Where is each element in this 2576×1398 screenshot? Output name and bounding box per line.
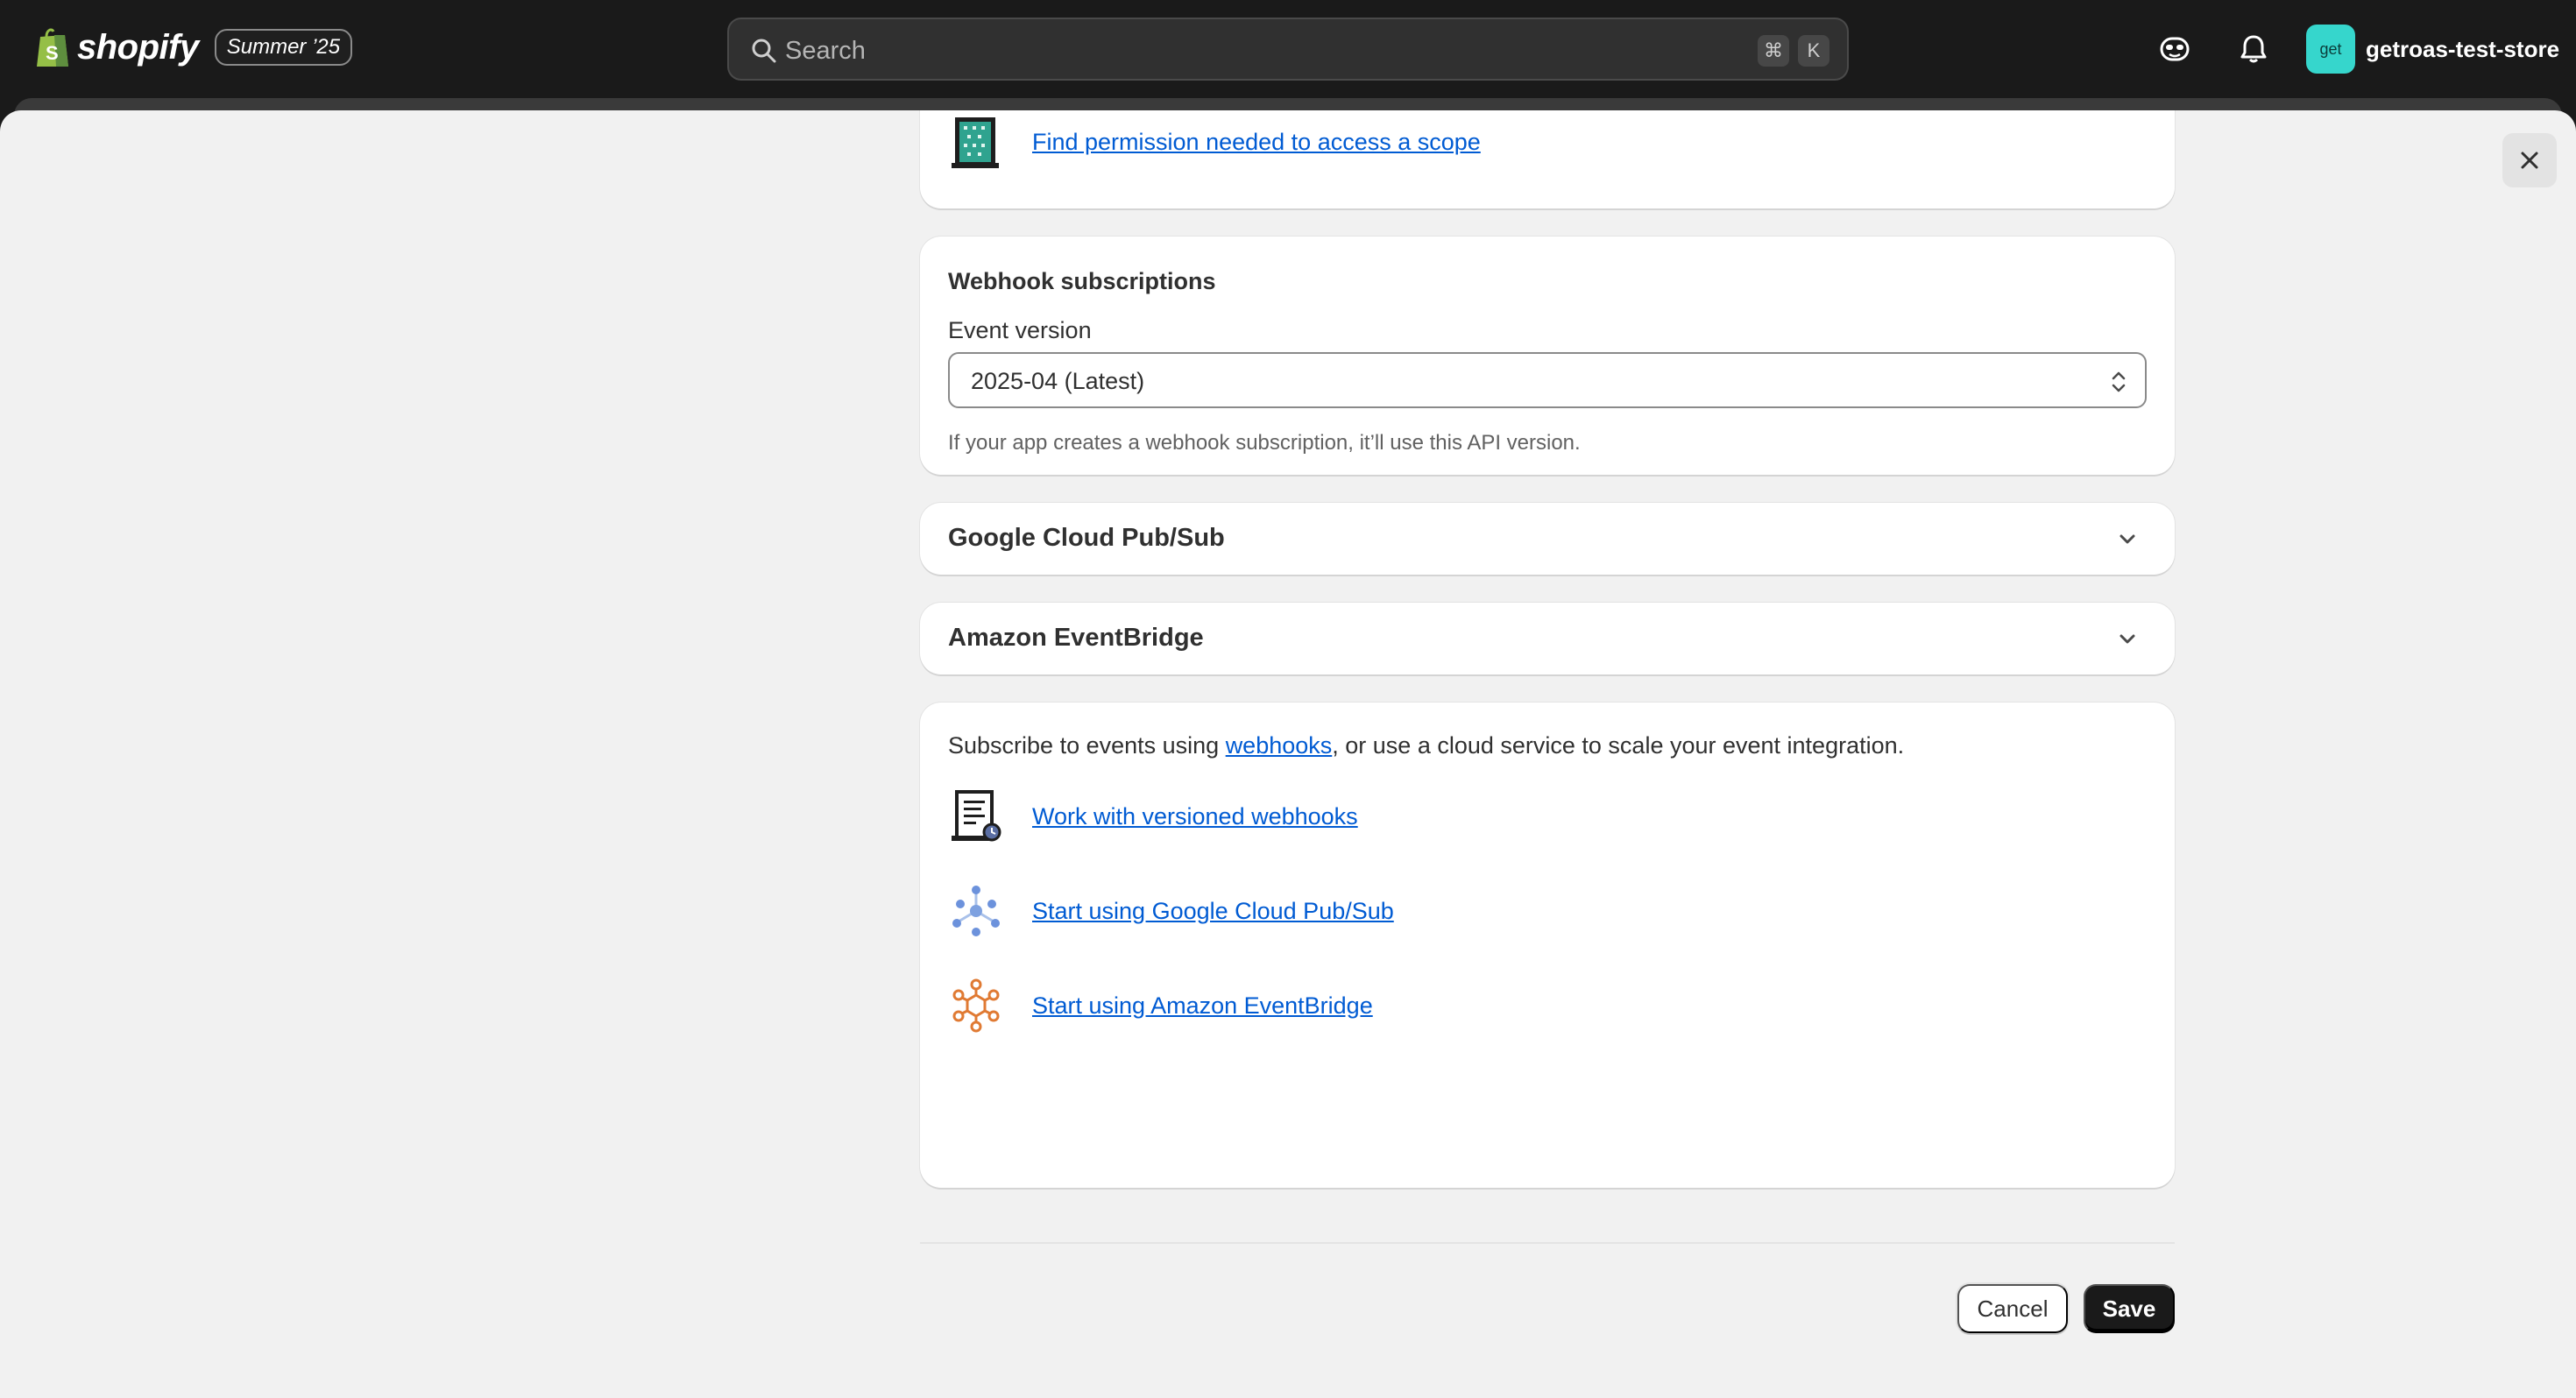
resource-link-row[interactable]: Start using Amazon EventBridge (948, 978, 1373, 1034)
footer-divider (920, 1242, 2175, 1244)
notification-bell-icon[interactable] (2236, 32, 2271, 67)
accordion-title: Google Cloud Pub/Sub (948, 524, 1225, 552)
search-icon (752, 39, 776, 63)
scope-permission-row[interactable]: Find permission needed to access a scope (948, 114, 1481, 170)
webhook-subscriptions-card: Webhook subscriptions Event version 2025… (920, 237, 2175, 475)
eventbridge-icon (952, 978, 1000, 1033)
scopes-card: Find permission needed to access a scope (920, 110, 2175, 208)
resource-link-row[interactable]: Work with versioned webhooks (948, 788, 1358, 844)
store-name: getroas-test-store (2366, 35, 2560, 62)
chevron-down-icon (2120, 534, 2135, 544)
edition-badge[interactable]: Summer ’25 (214, 29, 353, 66)
search-input[interactable]: Search (785, 37, 866, 66)
store-avatar: get (2306, 25, 2355, 74)
shopify-bag-icon: S (37, 28, 68, 67)
help-text: If your app creates a webhook subscripti… (948, 431, 1581, 455)
close-button[interactable] (2502, 133, 2557, 187)
chevron-down-icon (2120, 634, 2135, 644)
brand-wordmark: shopify (77, 27, 199, 67)
resources-card: Subscribe to events using webhooks, or u… (920, 703, 2175, 1188)
versioned-webhooks-icon (952, 790, 1001, 842)
cancel-button[interactable]: Cancel (1957, 1284, 2068, 1333)
accordion-title: Amazon EventBridge (948, 624, 1204, 652)
pubsub-icon (952, 886, 1000, 936)
accordion-google-pubsub[interactable]: Google Cloud Pub/Sub (920, 503, 2175, 575)
intro-prefix: Subscribe to events using (948, 732, 1226, 759)
shortcut-key-k: K (1798, 35, 1829, 67)
amazon-eventbridge-link[interactable]: Start using Amazon EventBridge (1032, 992, 1373, 1020)
close-icon (2521, 152, 2538, 169)
versioned-webhooks-link[interactable]: Work with versioned webhooks (1032, 803, 1358, 830)
svg-text:S: S (46, 42, 59, 64)
webhooks-link[interactable]: webhooks (1226, 732, 1333, 759)
select-arrows-icon (2112, 371, 2126, 392)
accordion-amazon-eventbridge[interactable]: Amazon EventBridge (920, 603, 2175, 674)
resource-link-row[interactable]: Start using Google Cloud Pub/Sub (948, 883, 1394, 939)
search-bar[interactable]: Search ⌘ K (727, 18, 1849, 81)
modal-sheet: Find permission needed to access a scope… (0, 110, 2576, 1398)
google-pubsub-link[interactable]: Start using Google Cloud Pub/Sub (1032, 898, 1394, 925)
save-button[interactable]: Save (2084, 1284, 2175, 1333)
top-bar: S shopify Summer ’25 Search ⌘ K get getr… (0, 0, 2576, 98)
shortcut-key-cmd: ⌘ (1758, 35, 1789, 67)
shopify-logo[interactable]: S shopify Summer ’25 (35, 26, 353, 68)
find-permission-link[interactable]: Find permission needed to access a scope (1032, 129, 1481, 156)
intro-text: Subscribe to events using webhooks, or u… (948, 732, 1904, 759)
store-menu[interactable]: get getroas-test-store (2306, 25, 2559, 74)
intro-suffix: , or use a cloud service to scale your e… (1332, 732, 1905, 759)
permission-scroll-icon (952, 117, 999, 168)
event-version-label: Event version (948, 317, 1092, 343)
event-version-select[interactable]: 2025-04 (Latest) (948, 352, 2147, 408)
select-value: 2025-04 (Latest) (971, 368, 1145, 394)
card-title: Webhook subscriptions (948, 268, 1216, 294)
sidekick-icon[interactable] (2157, 32, 2192, 67)
